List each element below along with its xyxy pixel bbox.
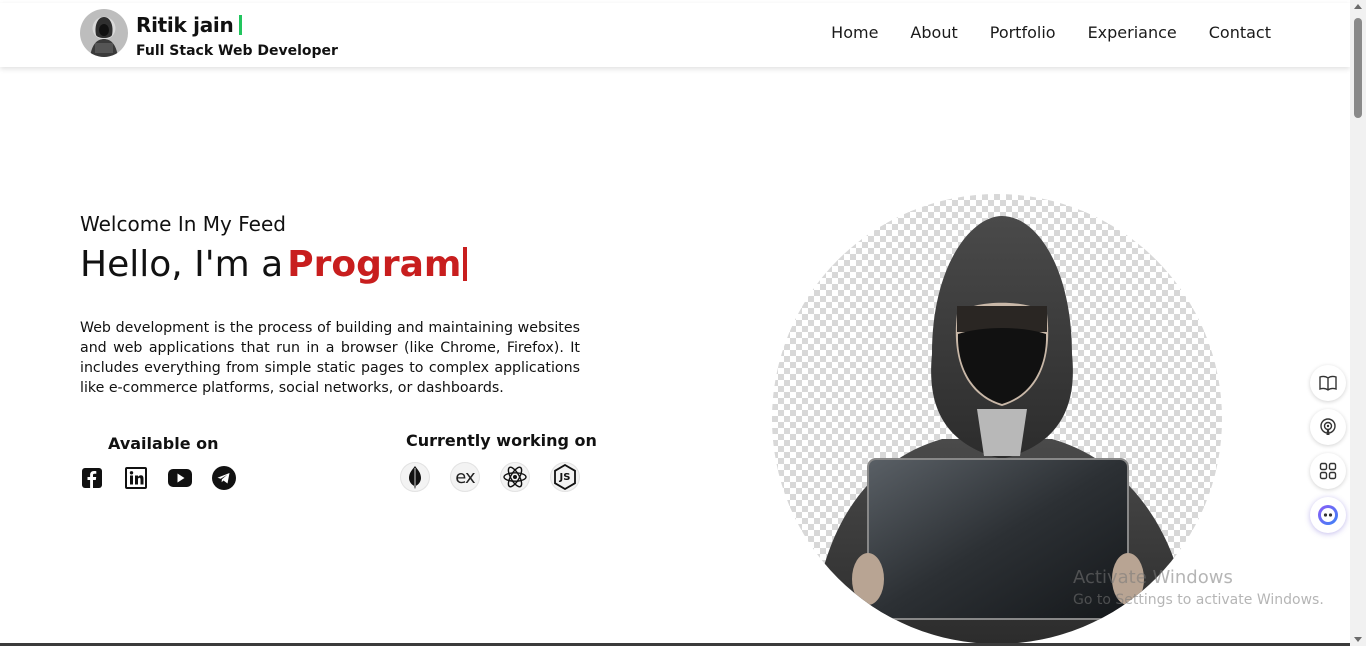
- youtube-icon[interactable]: [168, 466, 192, 490]
- nodejs-icon: JS: [550, 462, 580, 492]
- linkedin-icon[interactable]: [124, 466, 148, 490]
- brand-subtitle: Full Stack Web Developer: [136, 43, 338, 59]
- hero-description: Web development is the process of buildi…: [80, 320, 580, 396]
- nav-portfolio[interactable]: Portfolio: [990, 23, 1056, 42]
- assistant-icon[interactable]: [1310, 497, 1346, 533]
- brand-name: Ritik jain: [136, 13, 243, 37]
- available-on-title: Available on: [108, 434, 219, 453]
- mongodb-icon: [400, 462, 430, 492]
- nav-contact[interactable]: Contact: [1209, 23, 1271, 42]
- facebook-icon[interactable]: [80, 466, 104, 490]
- typing-caret: [463, 247, 468, 281]
- windows-watermark-title: Activate Windows: [1073, 567, 1233, 588]
- express-icon-text: ex: [455, 466, 475, 488]
- main-nav: Home About Portfolio Experiance Contact: [831, 23, 1271, 42]
- hero-heading: Hello, I'm a Program: [80, 244, 468, 285]
- scroll-down-arrow-icon[interactable]: [1354, 637, 1362, 642]
- scroll-up-arrow-icon[interactable]: [1354, 4, 1362, 9]
- podcast-icon[interactable]: [1310, 409, 1346, 445]
- scroll-thumb[interactable]: [1354, 18, 1362, 118]
- nav-home[interactable]: Home: [831, 23, 878, 42]
- social-links: [80, 466, 236, 490]
- vertical-scrollbar[interactable]: [1350, 0, 1366, 646]
- telegram-icon[interactable]: [212, 466, 236, 490]
- avatar[interactable]: [80, 9, 128, 57]
- hero-heading-prefix: Hello, I'm a: [80, 244, 284, 285]
- brand-name-text: Ritik jain: [136, 13, 234, 37]
- site-header: Ritik jain Full Stack Web Developer Home…: [0, 3, 1350, 67]
- express-icon: ex: [450, 462, 480, 492]
- nodejs-icon-text: JS: [559, 471, 571, 483]
- windows-watermark-subtitle: Go to Settings to activate Windows.: [1073, 592, 1324, 608]
- welcome-text: Welcome In My Feed: [80, 212, 286, 236]
- typed-role: Program: [287, 244, 462, 285]
- side-dock: [1310, 365, 1350, 541]
- tech-stack: ex JS: [400, 462, 580, 492]
- nav-experience[interactable]: Experiance: [1088, 23, 1177, 42]
- book-icon[interactable]: [1310, 365, 1346, 401]
- working-on-title: Currently working on: [406, 431, 597, 450]
- typing-cursor: [239, 15, 243, 35]
- react-icon: [500, 462, 530, 492]
- nav-about[interactable]: About: [910, 23, 957, 42]
- apps-icon[interactable]: [1310, 453, 1346, 489]
